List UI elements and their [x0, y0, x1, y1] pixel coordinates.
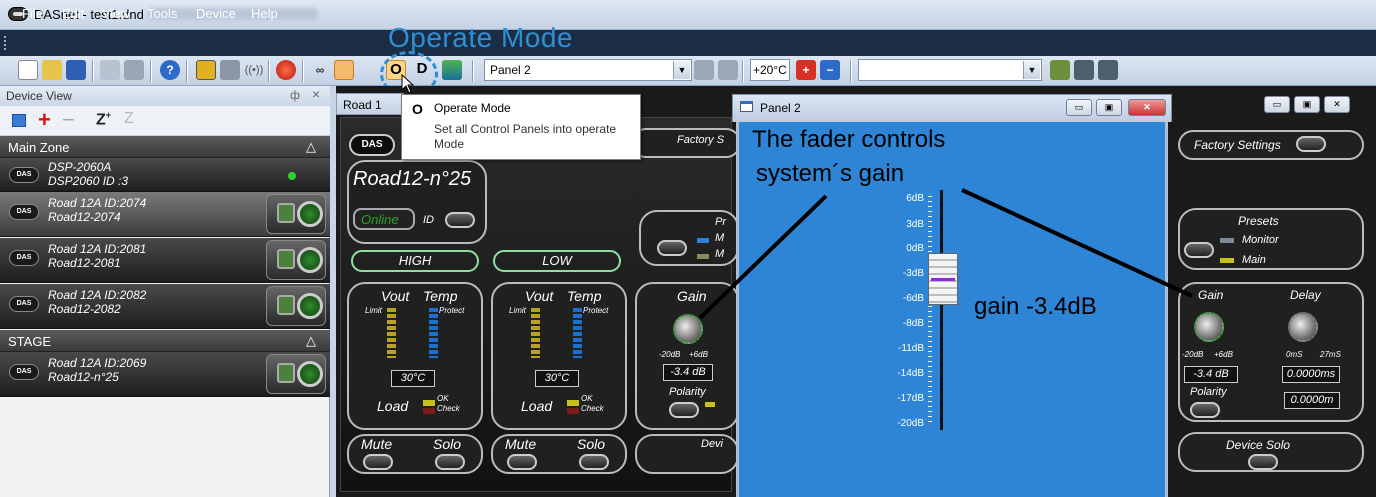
pointer-line-left — [698, 194, 828, 320]
annotation-lines — [698, 188, 1193, 320]
mouse-cursor-icon — [401, 74, 415, 94]
pointer-line-right — [961, 188, 1193, 298]
